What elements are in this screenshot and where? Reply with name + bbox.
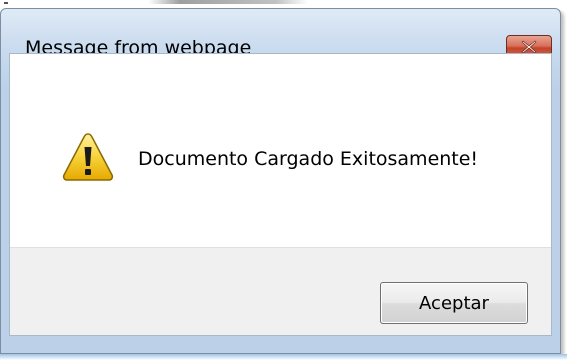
close-icon [521, 40, 537, 54]
message-text: Documento Cargado Exitosamente! [138, 148, 479, 170]
message-dialog: Message from webpage Documento Cargado E… [0, 8, 561, 354]
accept-button[interactable]: Aceptar [380, 282, 528, 324]
message-area: Documento Cargado Exitosamente! [10, 54, 551, 247]
button-area: Aceptar [10, 247, 551, 335]
background-text-fragment [148, 0, 308, 4]
background-window-edge [0, 0, 567, 8]
background-mark [4, 2, 8, 4]
dialog-content: Documento Cargado Exitosamente! Aceptar [9, 53, 552, 336]
warning-icon [62, 133, 114, 181]
taskbar-edge [0, 354, 567, 360]
